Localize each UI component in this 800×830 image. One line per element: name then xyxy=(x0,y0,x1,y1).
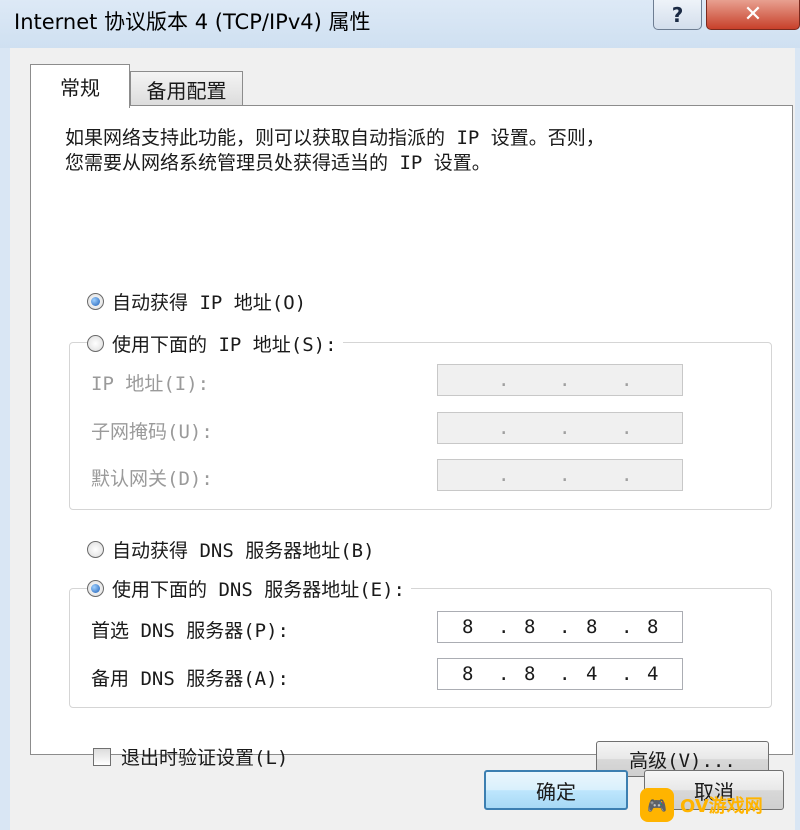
radio-manual-ip-indicator[interactable] xyxy=(87,335,104,352)
description-line-1: 如果网络支持此功能，则可以获取自动指派的 IP 设置。否则， xyxy=(65,127,605,149)
preferred-dns-octet-1[interactable]: 8 xyxy=(462,616,473,638)
radio-auto-dns[interactable]: 自动获得 DNS 服务器地址(B) xyxy=(87,536,375,563)
default-gateway-label: 默认网关(D): xyxy=(91,468,213,490)
advanced-button-label: 高级(V)... xyxy=(629,749,736,772)
description-text: 如果网络支持此功能，则可以获取自动指派的 IP 设置。否则， 您需要从网络系统管… xyxy=(65,126,765,176)
ip-address-label: IP 地址(I): xyxy=(91,373,210,395)
radio-manual-ip-label: 使用下面的 IP 地址(S): xyxy=(112,334,337,356)
close-icon: ✕ xyxy=(743,2,763,27)
alternate-dns-label: 备用 DNS 服务器(A): xyxy=(91,668,289,690)
radio-manual-dns-label: 使用下面的 DNS 服务器地址(E): xyxy=(112,579,405,601)
radio-manual-dns[interactable]: 使用下面的 DNS 服务器地址(E): xyxy=(87,575,411,602)
window-frame: 常规 备用配置 如果网络支持此功能，则可以获取自动指派的 IP 设置。否则， 您… xyxy=(0,48,800,830)
preferred-dns-label: 首选 DNS 服务器(P): xyxy=(91,620,289,642)
alternate-dns-octet-4[interactable]: 4 xyxy=(647,663,658,685)
default-gateway-field: ... xyxy=(437,459,683,491)
tab-general[interactable]: 常规 xyxy=(30,64,130,108)
ok-button[interactable]: 确定 xyxy=(484,770,628,810)
preferred-dns-field[interactable]: 8 . 8 . 8 . 8 xyxy=(437,611,683,643)
alternate-dns-octet-3[interactable]: 4 xyxy=(586,663,597,685)
radio-manual-dns-indicator[interactable] xyxy=(87,580,104,597)
watermark-text: OV游戏网 xyxy=(680,796,763,817)
radio-auto-dns-indicator[interactable] xyxy=(87,541,104,558)
radio-auto-ip-label: 自动获得 IP 地址(O) xyxy=(112,292,307,314)
radio-auto-ip[interactable]: 自动获得 IP 地址(O) xyxy=(87,288,306,315)
window-title: Internet 协议版本 4 (TCP/IPv4) 属性 xyxy=(14,10,371,34)
alternate-dns-octet-2[interactable]: 8 xyxy=(524,663,535,685)
validate-checkbox-label: 退出时验证设置(L) xyxy=(121,747,289,769)
tab-panel-general: 如果网络支持此功能，则可以获取自动指派的 IP 设置。否则， 您需要从网络系统管… xyxy=(30,105,793,777)
dialog-client-area: 常规 备用配置 如果网络支持此功能，则可以获取自动指派的 IP 设置。否则， 您… xyxy=(10,48,795,830)
description-line-2: 您需要从网络系统管理员处获得适当的 IP 设置。 xyxy=(65,152,491,174)
alternate-dns-field[interactable]: 8 . 8 . 4 . 4 xyxy=(437,658,683,690)
preferred-dns-octet-4[interactable]: 8 xyxy=(647,616,658,638)
validate-checkbox-box[interactable] xyxy=(93,747,111,766)
help-button[interactable]: ? xyxy=(653,0,702,30)
gamepad-icon: 🎮 xyxy=(640,788,674,822)
alternate-dns-octet-1[interactable]: 8 xyxy=(462,663,473,685)
preferred-dns-octet-3[interactable]: 8 xyxy=(586,616,597,638)
validate-on-exit-checkbox[interactable]: 退出时验证设置(L) xyxy=(93,743,288,770)
watermark: 🎮 OV游戏网 xyxy=(640,780,800,830)
radio-manual-ip[interactable]: 使用下面的 IP 地址(S): xyxy=(87,330,343,357)
tab-alternate-config[interactable]: 备用配置 xyxy=(130,71,243,106)
title-bar: Internet 协议版本 4 (TCP/IPv4) 属性 ? ✕ xyxy=(0,0,800,48)
ok-button-label: 确定 xyxy=(536,779,576,804)
radio-auto-dns-label: 自动获得 DNS 服务器地址(B) xyxy=(112,540,375,562)
close-button[interactable]: ✕ xyxy=(706,0,800,30)
ip-address-field: ... xyxy=(437,364,683,396)
subnet-mask-field: ... xyxy=(437,412,683,444)
subnet-mask-label: 子网掩码(U): xyxy=(91,421,213,443)
preferred-dns-octet-2[interactable]: 8 xyxy=(524,616,535,638)
help-icon: ? xyxy=(671,2,684,27)
radio-auto-ip-indicator[interactable] xyxy=(87,293,104,310)
